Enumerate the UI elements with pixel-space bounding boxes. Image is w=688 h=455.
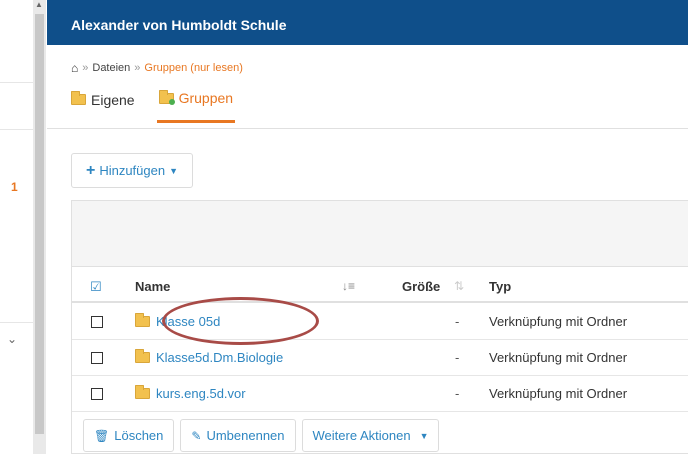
breadcrumb-item-dateien[interactable]: Dateien: [92, 62, 130, 74]
more-actions-label: Weitere Aktionen: [312, 428, 411, 443]
row-checkbox[interactable]: [91, 316, 103, 328]
table-row[interactable]: Klasse5d.Dm.Biologie - Verknüpfung mit O…: [72, 340, 688, 376]
folder-icon: [135, 385, 150, 399]
select-all-checkbox-icon[interactable]: ☑: [90, 279, 102, 295]
tab-gruppen[interactable]: Gruppen: [156, 89, 236, 123]
file-type: Verknüpfung mit Ordner: [489, 314, 628, 329]
bulk-actions-bar: 🗑 Löschen ✎ Umbenennen Weitere Aktionen …: [72, 419, 688, 455]
delete-button[interactable]: 🗑 Löschen: [83, 419, 175, 452]
file-name[interactable]: Klasse5d.Dm.Biologie: [156, 350, 283, 365]
app-header: Alexander von Humboldt Schule: [47, 0, 688, 45]
folder-icon: [71, 91, 86, 105]
sidebar-divider: [0, 129, 33, 130]
row-checkbox[interactable]: [91, 388, 103, 400]
sidebar-divider: [0, 322, 33, 323]
app-title: Alexander von Humboldt Schule: [71, 17, 287, 33]
tab-eigene[interactable]: Eigene: [71, 90, 135, 123]
tab-label: Gruppen: [178, 90, 234, 106]
column-header-type[interactable]: Typ: [489, 279, 511, 294]
file-size: -: [455, 314, 460, 329]
more-actions-button[interactable]: Weitere Aktionen ▼: [301, 419, 440, 452]
table-row[interactable]: kurs.eng.5d.vor - Verknüpfung mit Ordner: [72, 376, 688, 412]
breadcrumb: ⌂ » Dateien » Gruppen (nur lesen): [71, 61, 243, 75]
file-name[interactable]: kurs.eng.5d.vor: [156, 386, 246, 401]
column-header-name[interactable]: Name: [135, 279, 170, 294]
main-content: Alexander von Humboldt Schule ⌂ » Dateie…: [47, 0, 688, 454]
row-checkbox[interactable]: [91, 352, 103, 364]
file-link[interactable]: Klasse5d.Dm.Biologie: [135, 349, 283, 365]
file-size: -: [455, 350, 460, 365]
folder-icon: [135, 349, 150, 363]
file-link[interactable]: kurs.eng.5d.vor: [135, 385, 246, 401]
folder-icon: [135, 313, 150, 327]
file-type: Verknüpfung mit Ordner: [489, 350, 628, 365]
sidebar-divider: [0, 82, 33, 83]
tab-label: Eigene: [91, 91, 135, 108]
delete-button-label: Löschen: [114, 428, 164, 443]
notification-count-badge: 1: [11, 180, 18, 194]
trash-icon: 🗑: [94, 428, 110, 443]
file-size: -: [455, 386, 460, 401]
left-sidebar: 1 ⌄: [0, 0, 33, 454]
breadcrumb-separator: »: [82, 62, 89, 74]
highlight-annotation-ring: [162, 297, 319, 345]
plus-icon: +: [85, 161, 96, 179]
sort-icon[interactable]: ⇅: [454, 279, 464, 293]
group-folder-icon: [158, 89, 175, 105]
chevron-down-icon[interactable]: ⌄: [7, 332, 17, 346]
home-icon[interactable]: ⌂: [71, 61, 78, 75]
rename-button-label: Umbenennen: [206, 428, 285, 443]
panel-heading: [72, 201, 688, 267]
sort-icon[interactable]: ↓≡: [342, 279, 355, 293]
caret-down-icon: ▼: [169, 165, 179, 176]
caret-down-icon: ▼: [419, 430, 429, 441]
file-type: Verknüpfung mit Ordner: [489, 386, 628, 401]
vertical-scrollbar[interactable]: ▲: [33, 0, 46, 454]
pencil-icon: ✎: [191, 428, 202, 443]
add-button-label: Hinzufügen: [99, 163, 166, 178]
breadcrumb-item-gruppen[interactable]: Gruppen (nur lesen): [144, 62, 242, 74]
tab-bar: Eigene Gruppen: [71, 89, 236, 123]
tabs-divider: [47, 128, 688, 129]
breadcrumb-separator: »: [134, 62, 141, 74]
column-header-size[interactable]: Größe: [402, 279, 440, 294]
rename-button[interactable]: ✎ Umbenennen: [180, 419, 296, 452]
scroll-up-arrow-icon[interactable]: ▲: [35, 0, 43, 9]
scrollbar-thumb[interactable]: [35, 14, 44, 434]
add-button[interactable]: + Hinzufügen ▼: [71, 153, 193, 188]
table-header: ☑ Name ↓≡ Größe ⇅ Typ: [72, 267, 688, 303]
